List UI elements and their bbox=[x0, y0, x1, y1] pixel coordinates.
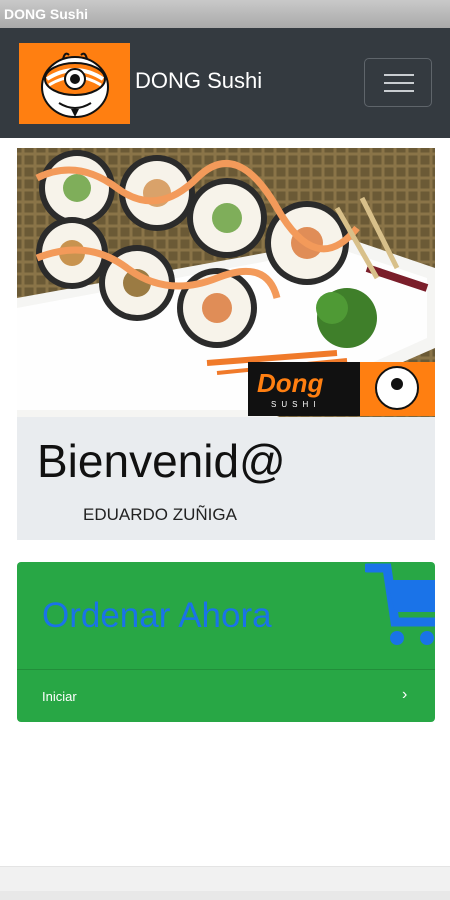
brand-logo[interactable] bbox=[19, 43, 130, 124]
welcome-card: Dong SUSHI Bienvenid@ EDUARDO ZUÑIGA bbox=[17, 148, 435, 540]
brand-title[interactable]: DONG Sushi bbox=[135, 68, 262, 94]
navbar: DONG Sushi bbox=[0, 28, 450, 138]
hamburger-menu-icon bbox=[384, 74, 414, 76]
hero-image: Dong SUSHI bbox=[17, 148, 435, 417]
hero-brand-sub: SUSHI bbox=[271, 400, 321, 409]
user-name: EDUARDO ZUÑIGA bbox=[83, 505, 237, 524]
start-label[interactable]: Iniciar bbox=[42, 689, 77, 704]
welcome-title: Bienvenid@ bbox=[37, 435, 286, 487]
window-title: DONG Sushi bbox=[0, 0, 450, 28]
sushi-plate-image bbox=[17, 148, 435, 417]
order-title[interactable]: Ordenar Ahora bbox=[42, 596, 272, 636]
chevron-right-icon[interactable]: › bbox=[402, 686, 407, 704]
order-start-row[interactable]: Iniciar › bbox=[17, 669, 435, 722]
hero-brand-text: Dong bbox=[257, 368, 324, 398]
menu-toggle-button[interactable] bbox=[364, 58, 432, 107]
order-now-card[interactable]: Ordenar Ahora Iniciar › bbox=[17, 562, 435, 722]
shopping-cart-icon bbox=[365, 563, 435, 645]
cartoon-mascot-icon bbox=[41, 52, 109, 118]
bottom-bar bbox=[0, 866, 450, 900]
